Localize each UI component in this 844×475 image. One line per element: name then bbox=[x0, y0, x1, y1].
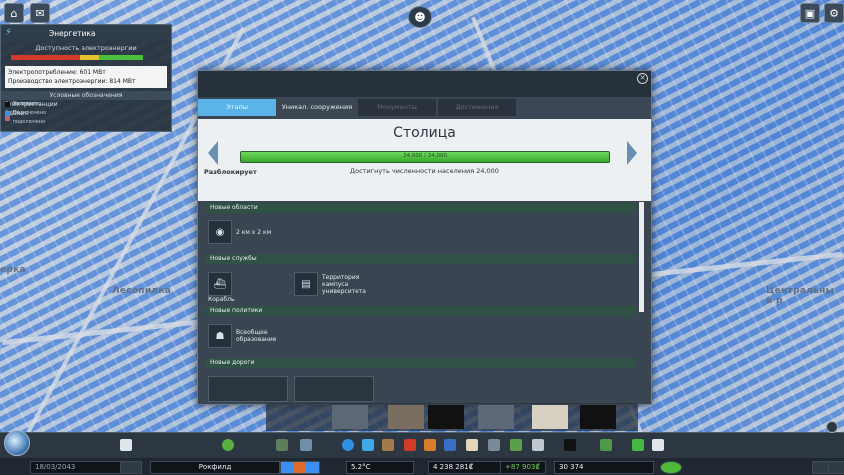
energy-consumption: Электропотребление: 601 МВт bbox=[8, 69, 106, 76]
next-milestone-arrow-icon[interactable] bbox=[627, 141, 637, 165]
unlock-campus[interactable]: ▤ Территория кампуса университета bbox=[294, 272, 372, 296]
info-view-icon[interactable] bbox=[120, 439, 132, 451]
legend-title: Условные обозначения bbox=[1, 91, 171, 100]
bulldozer-icon[interactable] bbox=[632, 439, 644, 451]
unlocking-icon[interactable]: ⌂ bbox=[4, 3, 24, 23]
energy-production: Производство электроэнергии: 814 МВт bbox=[8, 78, 136, 85]
milestones-dialog: ✕ Этапы Уникал. сооружения Монументы Дос… bbox=[197, 70, 652, 405]
population[interactable]: 30 374 bbox=[554, 461, 654, 474]
unlock-campus-label: Территория кампуса университета bbox=[322, 273, 366, 295]
energy-panel-header: ⚡ Энергетика bbox=[1, 25, 171, 41]
build-thumb-4[interactable] bbox=[478, 405, 514, 429]
build-thumb-1[interactable] bbox=[332, 405, 368, 429]
city-name[interactable]: Рокфилд bbox=[150, 461, 280, 474]
map-district-lesopilka: Лесопилка bbox=[112, 286, 172, 296]
build-thumb-2[interactable] bbox=[388, 405, 424, 429]
settings-gear-icon[interactable]: ⚙ bbox=[824, 3, 844, 23]
prev-milestone-arrow-icon[interactable] bbox=[208, 141, 218, 165]
section-new-services: Новые службы bbox=[206, 254, 635, 264]
chirper-bird-icon[interactable]: ☻ bbox=[408, 6, 432, 28]
help-icon[interactable] bbox=[222, 439, 234, 451]
unlock-education[interactable]: ☗ Всеобщее образование bbox=[208, 324, 281, 348]
milestone-progress-bar: 24,000 / 24,000 bbox=[240, 151, 610, 163]
unlock-area[interactable]: ◉ 2 км x 2 км bbox=[208, 220, 271, 244]
availability-label: Доступность электроэнергии bbox=[35, 44, 137, 52]
list-scrollbar[interactable] bbox=[639, 202, 644, 312]
water-icon[interactable] bbox=[362, 439, 374, 451]
milestone-title: Столица bbox=[393, 125, 456, 141]
map-district-central: Центральны й р bbox=[766, 286, 835, 306]
road-unlock-1[interactable] bbox=[208, 376, 288, 402]
scrollbar-thumb[interactable] bbox=[639, 202, 644, 312]
zoning-icon[interactable] bbox=[300, 439, 312, 451]
energy-panel-title: Энергетика bbox=[49, 28, 96, 38]
unlock-education-label: Всеобщее образование bbox=[236, 329, 277, 343]
close-icon[interactable]: ✕ bbox=[637, 73, 648, 84]
garbage-icon[interactable] bbox=[382, 439, 394, 451]
electricity-icon[interactable] bbox=[342, 439, 354, 451]
unlocks-list: Новые области ◉ 2 км x 2 км Новые службы… bbox=[198, 202, 651, 404]
section-new-roads: Новые дороги bbox=[206, 358, 635, 368]
globe-icon: ◉ bbox=[208, 220, 232, 244]
main-toolbar bbox=[0, 421, 844, 459]
campus-icon: ▤ bbox=[294, 272, 318, 296]
parks-icon[interactable] bbox=[510, 439, 522, 451]
healthcare-icon[interactable] bbox=[404, 439, 416, 451]
education-icon[interactable] bbox=[466, 439, 478, 451]
pause-icon[interactable] bbox=[828, 461, 844, 474]
availability-bar bbox=[11, 55, 143, 60]
dialog-tabs: Этапы Уникал. сооружения Монументы Дости… bbox=[198, 99, 518, 116]
education-policy-icon: ☗ bbox=[208, 324, 232, 348]
districts-icon[interactable] bbox=[564, 439, 576, 451]
unlock-ship[interactable]: ⛴ Корабль bbox=[208, 272, 236, 303]
legend-row-stations: Электростанции Активно Неактивно bbox=[1, 100, 171, 109]
rci-demand-meter bbox=[280, 461, 320, 474]
income: +87 903₡ bbox=[500, 461, 546, 474]
dialog-titlebar bbox=[198, 71, 651, 97]
temperature: 5.2°C bbox=[346, 461, 414, 474]
build-thumb-3[interactable] bbox=[428, 405, 464, 429]
landmarks-icon[interactable] bbox=[532, 439, 544, 451]
legend-not-connected: Не подключено bbox=[5, 109, 50, 127]
energy-stats: Электропотребление: 601 МВт Производство… bbox=[5, 66, 167, 88]
globe-menu-icon[interactable] bbox=[4, 430, 30, 456]
lightning-icon: ⚡ bbox=[5, 27, 13, 38]
money[interactable]: 4 238 281₡ bbox=[428, 461, 508, 474]
map-district-label: ерка bbox=[0, 265, 26, 275]
date-text: 18/03/2043 bbox=[35, 463, 76, 471]
section-new-policies: Новые политики bbox=[206, 306, 635, 316]
fire-icon[interactable] bbox=[424, 439, 436, 451]
build-thumb-5[interactable] bbox=[532, 405, 568, 429]
tab-stages[interactable]: Этапы bbox=[198, 99, 276, 116]
photo-mode-icon[interactable]: ▣ bbox=[800, 3, 820, 23]
legend-swatch-inactive bbox=[5, 102, 10, 107]
tab-monuments[interactable]: Монументы bbox=[358, 99, 436, 116]
ship-icon: ⛴ bbox=[208, 272, 232, 296]
section-new-areas: Новые области bbox=[206, 203, 635, 213]
progress-text: 24,000 / 24,000 bbox=[403, 153, 447, 159]
road-unlock-2[interactable] bbox=[294, 376, 374, 402]
energy-info-panel: ⚡ Энергетика Доступность электроэнергии … bbox=[0, 24, 172, 132]
close-toolbar-icon[interactable] bbox=[826, 421, 838, 433]
build-thumbnail-row bbox=[266, 403, 638, 431]
game-date: 18/03/2043 bbox=[30, 461, 126, 474]
landscaping-icon[interactable] bbox=[600, 439, 612, 451]
tab-unique-buildings[interactable]: Уникал. сооружения bbox=[278, 99, 356, 116]
build-thumb-6[interactable] bbox=[580, 405, 616, 429]
roads-icon[interactable] bbox=[276, 439, 288, 451]
police-icon[interactable] bbox=[444, 439, 456, 451]
chirper-icon[interactable]: ✉ bbox=[30, 3, 50, 23]
tab-achievements[interactable]: Достижения bbox=[438, 99, 516, 116]
unlock-ship-label: Корабль bbox=[208, 296, 235, 303]
unlock-area-label: 2 км x 2 км bbox=[236, 228, 272, 236]
legend-row-buildings: Здания Подключено Не подключено bbox=[1, 109, 171, 125]
milestone-goal: Достигнуть численности населения 24,000 bbox=[350, 167, 499, 175]
speed-control-icon[interactable] bbox=[120, 461, 142, 474]
policies-icon[interactable] bbox=[652, 439, 664, 451]
legend-inactive: Неактивно bbox=[5, 100, 50, 109]
transport-icon[interactable] bbox=[488, 439, 500, 451]
legend-swatch-not-connected bbox=[5, 115, 10, 121]
happiness-icon bbox=[660, 461, 682, 474]
